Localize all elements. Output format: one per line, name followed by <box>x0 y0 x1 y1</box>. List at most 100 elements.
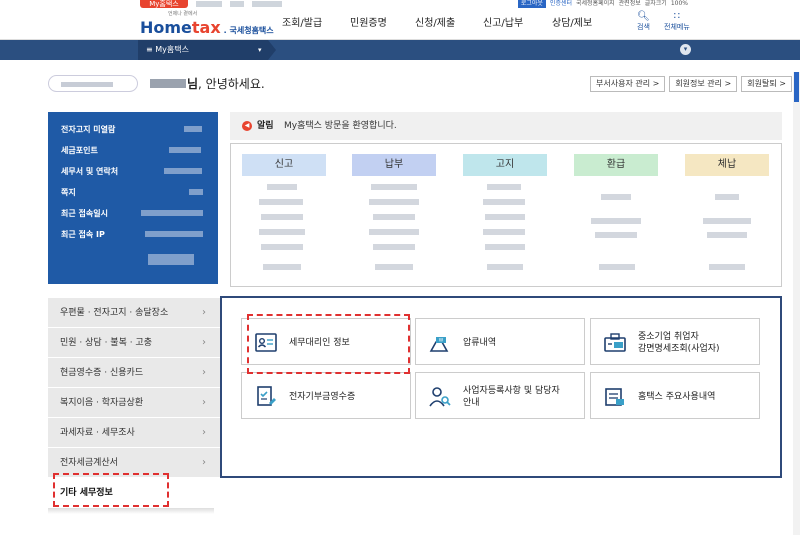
related-info-link[interactable]: 관련정보 <box>619 0 641 8</box>
zoom-level[interactable]: 100% <box>671 0 688 8</box>
search-tool-label: 검색 <box>637 23 650 31</box>
grid-icon: ∷ <box>673 11 681 22</box>
logo-text-suffix: . 국세청홈택스 <box>223 26 274 35</box>
summary-col-notice[interactable]: 고지 <box>463 154 547 176</box>
redacted-value <box>189 189 203 195</box>
highlight-other-tax-menu <box>53 473 169 507</box>
menu-civil-consult[interactable]: 민원 · 상담 · 불복 · 고충 › <box>48 328 220 358</box>
search-icon: 🔍︎ <box>637 11 650 22</box>
card-e-donation-receipt[interactable]: 전자기부금영수증 <box>241 372 411 419</box>
redacted-user-name <box>150 79 186 88</box>
info-row-tax-point[interactable]: 세금포인트 <box>61 145 218 166</box>
info-row-messages[interactable]: 쪽지 <box>61 187 218 208</box>
redacted-value <box>599 264 635 270</box>
logo-tagline: 언제나 곁에서 <box>168 11 198 17</box>
seizure-icon: W <box>429 337 449 352</box>
chevron-right-icon: › <box>202 367 206 378</box>
summary-col-payment[interactable]: 납부 <box>352 154 436 176</box>
dept-user-manage-button[interactable]: 부서사용자 관리 > <box>590 76 666 92</box>
info-row-tax-office[interactable]: 세무서 및 연락처 <box>61 166 218 187</box>
card-seizure-history[interactable]: W 압류내역 <box>415 318 585 365</box>
logo-text-tax: tax <box>191 18 221 37</box>
person-search-icon <box>429 387 451 407</box>
redacted-value <box>375 264 413 270</box>
card-label: 압류내역 <box>463 337 497 348</box>
card-label: 홈택스 주요사용내역 <box>638 391 716 402</box>
redacted-value <box>148 254 194 265</box>
subnav-selected-label: My홈택스 <box>155 45 189 54</box>
menu-apply-submit[interactable]: 신청/제출 <box>415 8 455 40</box>
card-hometax-usage[interactable]: 홈택스 주요사용내역 <box>590 372 760 419</box>
notice-text: My홈택스 방문을 환영합니다. <box>284 121 397 131</box>
menu-inquiry-issue[interactable]: 조회/발급 <box>282 8 322 40</box>
chevron-right-icon: › <box>202 337 206 348</box>
card-sme-reduction[interactable]: 중소기업 취업자 감면명세조회(사업자) <box>590 318 760 365</box>
donation-receipt-icon <box>257 386 276 406</box>
usage-history-icon <box>605 388 624 406</box>
menu-consult-report[interactable]: 상담/제보 <box>552 8 592 40</box>
greeting-text: 님, 안녕하세요. <box>187 75 265 93</box>
summary-col-refund[interactable]: 환급 <box>574 154 658 176</box>
search-tool[interactable]: 🔍︎ 검색 <box>637 12 650 32</box>
menu-report-pay[interactable]: 신고/납부 <box>483 8 523 40</box>
sub-nav: ≡ My홈택스 ▾ ▾ <box>0 40 800 60</box>
redacted-value <box>164 168 202 174</box>
expand-circle-icon[interactable]: ▾ <box>680 44 691 55</box>
global-nav: 언제나 곁에서 Home tax . 국세청홈택스 조회/발급 민원증명 신청/… <box>0 8 800 40</box>
redacted-value <box>263 264 301 270</box>
logo-text-home: Home <box>140 18 192 37</box>
menu-welfare[interactable]: 복지이음 · 학자금상환 › <box>48 388 220 418</box>
all-menu-tool[interactable]: ∷ 전체메뉴 <box>664 12 690 32</box>
menu-label: 우편물 · 전자고지 · 송달장소 <box>60 308 169 318</box>
redacted-text <box>230 1 244 7</box>
subnav-dropdown[interactable]: ≡ My홈택스 <box>138 40 268 60</box>
myhome-tab[interactable]: My홈택스 <box>140 0 188 8</box>
summary-col-arrears[interactable]: 체납 <box>685 154 769 176</box>
redacted-value <box>703 218 751 224</box>
card-label: 중소기업 취업자 감면명세조회(사업자) <box>638 331 720 354</box>
info-row-e-notice[interactable]: 전자고지 미열람 <box>61 124 218 145</box>
redacted-value <box>267 184 297 190</box>
menu-tax-data[interactable]: 과세자료 · 세무조사 › <box>48 418 220 448</box>
logout-link[interactable]: 로그아웃 <box>517 0 546 8</box>
redacted-value <box>485 214 525 220</box>
menu-mail-enotice[interactable]: 우편물 · 전자고지 · 송달장소 › <box>48 298 220 328</box>
member-info-manage-button[interactable]: 회원정보 관리 > <box>669 76 738 92</box>
redacted-value <box>369 229 419 235</box>
scrollbar-thumb[interactable] <box>794 72 799 102</box>
cert-center-link[interactable]: 인증센터 <box>550 0 572 8</box>
info-label: 최근 접속일시 <box>61 209 108 218</box>
redacted-value <box>184 126 202 132</box>
font-size-label: 글자크기 <box>644 0 667 7</box>
menu-cash-receipt[interactable]: 현금영수증 · 신용카드 › <box>48 358 220 388</box>
redacted-value <box>145 231 203 237</box>
chevron-right-icon: › <box>202 397 206 408</box>
notice-tag: 알림 <box>257 121 274 131</box>
top-strip: My홈택스 로그아웃 인증센터 국세청홈페이지 관련정보 글자크기 100% <box>0 0 800 8</box>
hometax-logo[interactable]: Home tax . 국세청홈택스 <box>140 18 274 37</box>
nts-homepage-link[interactable]: 국세청홈페이지 <box>576 0 615 8</box>
card-business-registration[interactable]: 사업자등록사항 및 담당자 안내 <box>415 372 585 419</box>
scrollbar[interactable] <box>793 72 800 535</box>
redacted-value <box>369 199 419 205</box>
redacted-value <box>715 194 739 200</box>
redacted-value <box>261 214 303 220</box>
info-row-last-login: 최근 접속일시 <box>61 208 218 229</box>
redacted-text <box>196 1 222 7</box>
info-label: 쪽지 <box>61 188 76 197</box>
redacted-value <box>595 232 637 238</box>
menu-civil-cert[interactable]: 민원증명 <box>350 8 387 40</box>
speaker-icon: ◀ <box>242 121 252 131</box>
chevron-right-icon: › <box>202 427 206 438</box>
highlight-tax-agent-card <box>247 314 410 374</box>
summary-col-report[interactable]: 신고 <box>242 154 326 176</box>
info-label: 전자고지 미열람 <box>61 125 116 134</box>
redacted-value <box>707 232 747 238</box>
redacted-value <box>487 264 523 270</box>
redacted-value <box>487 184 521 190</box>
greeting-message: , 안녕하세요. <box>198 77 265 91</box>
redacted-value <box>141 210 203 216</box>
withdraw-button[interactable]: 회원탈퇴 > <box>741 76 792 92</box>
redacted-text <box>252 1 282 7</box>
redacted-value <box>485 244 525 250</box>
